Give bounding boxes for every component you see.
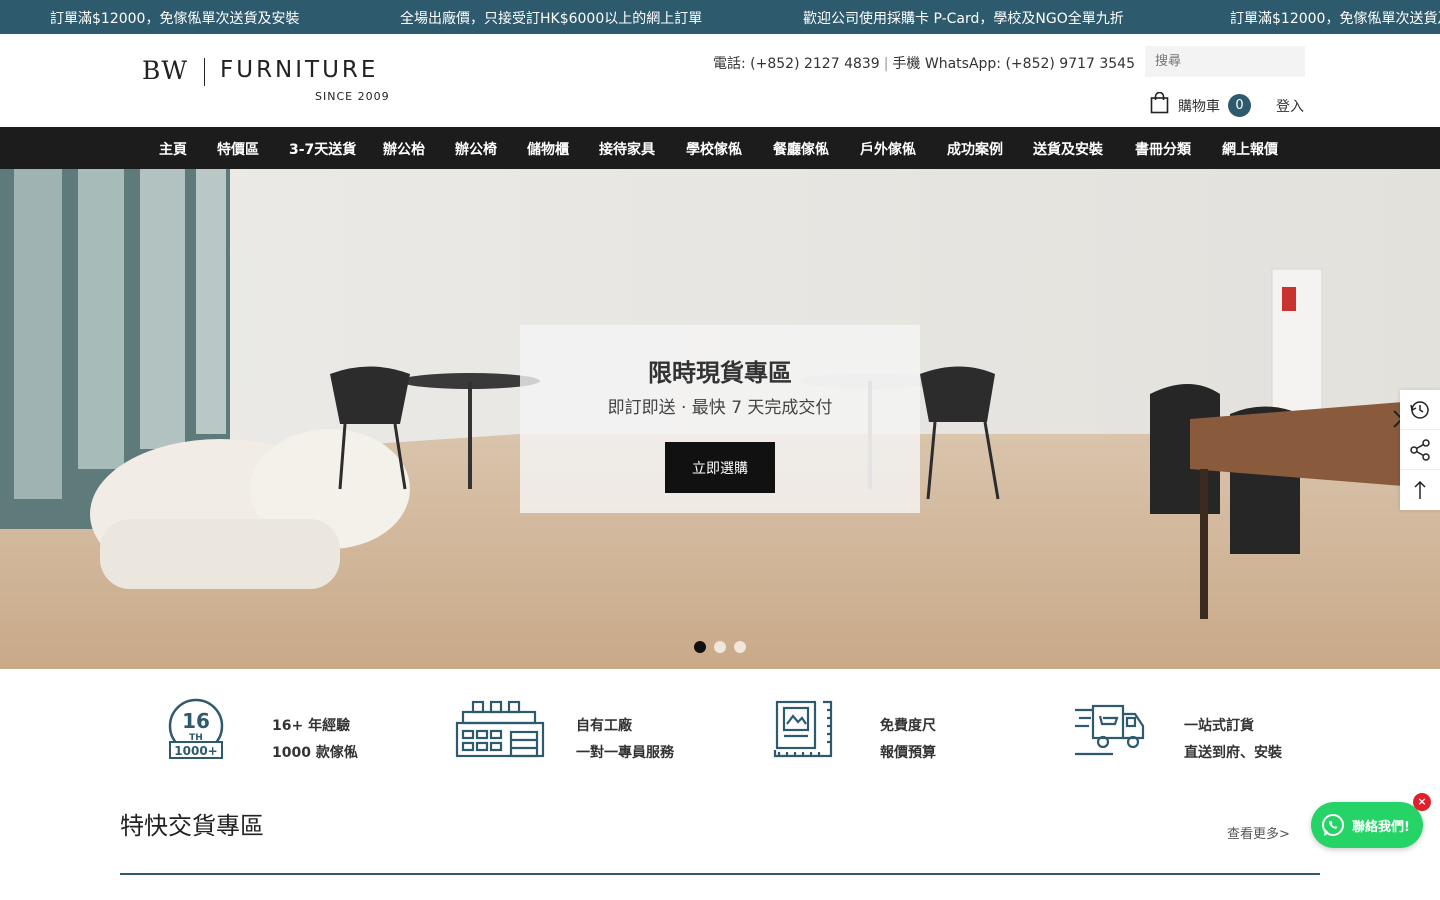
feature-experience: 16 TH 1000+ 16+ 年經驗 1000 款傢俬 [166,698,416,764]
share-button[interactable] [1400,430,1440,470]
recently-viewed-button[interactable] [1400,390,1440,430]
shopping-bag-icon [1150,92,1169,114]
logo-brand: BW [142,56,189,85]
logo-since: SINCE 2009 [315,90,390,103]
logo-divider [204,58,205,86]
announcement-text: 訂單滿$12000，免傢俬單次送貨及安裝 [1230,11,1440,27]
section-title: 特快交貨專區 [120,812,264,840]
view-more-link[interactable]: 查看更多> [1227,823,1290,842]
share-icon [1410,439,1430,461]
close-icon[interactable]: × [1413,793,1431,811]
login-link[interactable]: 登入 [1276,96,1304,116]
slider-dot[interactable] [734,641,746,653]
nav-item-office-desks[interactable]: 辦公枱 [383,139,425,159]
whatsapp-icon [1322,814,1344,836]
announcement-text: 訂單滿$12000，免傢俬單次送貨及安裝 [50,11,300,27]
section-divider [120,873,1320,875]
measuring-ruler-icon [773,700,833,758]
nav-item-reception[interactable]: 接待家具 [599,139,655,159]
nav-item-cases[interactable]: 成功案例 [947,139,1003,159]
feature-line2: 一對一專員服務 [576,745,674,761]
nav-item-storage[interactable]: 儲物櫃 [527,139,569,159]
nav-item-delivery[interactable]: 送貨及安裝 [1033,139,1103,159]
whatsapp-label: 聯絡我們! [1352,820,1410,835]
search-input[interactable] [1145,46,1275,77]
feature-measure: 免費度尺 報價預算 [773,698,993,764]
whatsapp-number[interactable]: 手機 WhatsApp: (+852) 9717 3545 [892,56,1135,72]
feature-factory: 自有工廠 一對一專員服務 [455,698,715,764]
main-nav: 主頁 特價區 3-7天送貨 辦公枱 辦公椅 儲物櫃 接待家具 學校傢俬 餐廳傢俬… [0,127,1440,169]
feature-line1: 16+ 年經驗 [272,718,351,734]
phone-number[interactable]: 電話: (+852) 2127 4839 [713,56,880,72]
cart-count-badge: 0 [1228,94,1251,117]
16th-anniversary-badge-icon: 16 TH 1000+ [168,698,224,759]
feature-delivery: 一站式訂貨 直送到府、安裝 [1073,698,1313,764]
search-box [1145,46,1305,77]
announcement-text: 全場出廠價，只接受訂HK$6000以上的網上訂單 [400,11,703,27]
nav-item-school[interactable]: 學校傢俬 [686,139,742,159]
cart-label: 購物車 [1178,99,1220,115]
hero-slider: 限時現貨專區 即訂即送 · 最快 7 天完成交付 立即選購 [0,169,1440,669]
announcement-text: 歡迎公司使用採購卡 P-Card，學校及NGO全單九折 [803,11,1124,27]
slider-dot-active[interactable] [694,641,706,653]
feature-line1: 自有工廠 [576,718,632,734]
nav-item-sale[interactable]: 特價區 [217,139,259,159]
site-logo[interactable]: BW FURNITURE SINCE 2009 [142,56,392,108]
contact-info: 電話: (+852) 2127 4839 | 手機 WhatsApp: (+852)… [713,53,1135,73]
hero-subtitle: 即訂即送 · 最快 7 天完成交付 [607,398,833,418]
announcement-bar: 訂單滿$12000，免傢俬單次送貨及安裝 全場出廠價，只接受訂HK$6000以上… [0,0,1440,34]
nav-item-quote[interactable]: 網上報價 [1222,139,1278,159]
feature-line2: 1000 款傢俬 [272,745,358,761]
nav-item-catalogue[interactable]: 書冊分類 [1135,139,1191,159]
logo-name: FURNITURE [220,57,379,83]
history-icon [1410,401,1429,419]
feature-line2: 報價預算 [880,745,936,761]
feature-line2: 直送到府、安裝 [1184,745,1282,761]
hero-title: 限時現貨專區 [648,359,792,387]
hero-caption: 限時現貨專區 即訂即送 · 最快 7 天完成交付 立即選購 [520,325,920,513]
back-to-top-button[interactable] [1400,470,1440,510]
factory-icon [455,700,545,758]
feature-line1: 免費度尺 [880,718,936,734]
delivery-truck-icon [1075,704,1145,756]
feature-line1: 一站式訂貨 [1184,718,1254,734]
side-toolbar [1400,390,1440,510]
slider-dot[interactable] [714,641,726,653]
whatsapp-contact-button[interactable]: 聯絡我們! [1311,802,1423,848]
nav-item-office-chairs[interactable]: 辦公椅 [455,139,497,159]
badge-count: 1000+ [174,744,217,758]
nav-item-quick-delivery[interactable]: 3-7天送貨 [289,139,356,159]
shop-now-button[interactable]: 立即選購 [665,442,775,493]
contact-separator: | [883,56,889,72]
arrow-up-icon [1414,480,1426,499]
badge-number: 16 [182,709,210,733]
nav-item-home[interactable]: 主頁 [159,139,187,159]
nav-item-outdoor[interactable]: 戶外傢俬 [860,139,916,159]
nav-item-restaurant[interactable]: 餐廳傢俬 [773,139,829,159]
